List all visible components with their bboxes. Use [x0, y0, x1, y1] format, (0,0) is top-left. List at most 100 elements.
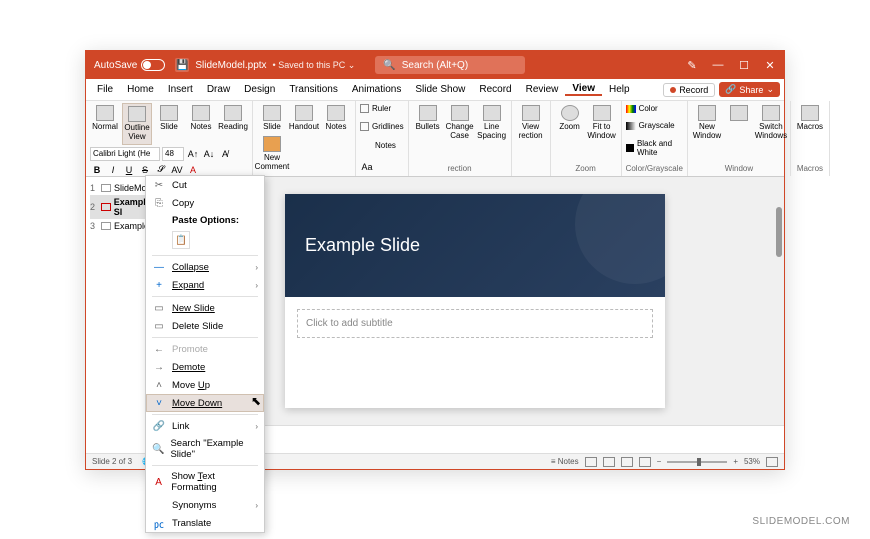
- slideshow-view-icon[interactable]: [639, 457, 651, 467]
- ctx-show-formatting[interactable]: AShow Text Formatting: [146, 468, 264, 496]
- close-button[interactable]: ✕: [764, 59, 776, 71]
- ctx-link[interactable]: 🔗Link›: [146, 417, 264, 435]
- draw-icon[interactable]: ✎: [686, 59, 698, 71]
- scrollbar-thumb[interactable]: [776, 207, 782, 257]
- synonyms-icon: [152, 499, 166, 511]
- slide[interactable]: Example Slide Click to add subtitle: [285, 194, 665, 408]
- tab-help[interactable]: Help: [602, 84, 637, 95]
- ctx-demote[interactable]: →Demote: [146, 358, 264, 376]
- zoom-in-button[interactable]: +: [733, 457, 738, 466]
- slide-title[interactable]: Example Slide: [305, 235, 420, 256]
- handout-master-button[interactable]: Handout: [289, 103, 319, 134]
- share-button[interactable]: 🔗 Share ⌄: [719, 82, 780, 97]
- new-window-button[interactable]: New Window: [692, 103, 722, 143]
- ctx-translate[interactable]: ㍶Translate: [146, 514, 264, 532]
- ruler-checkbox[interactable]: Ruler: [360, 104, 404, 113]
- zoom-out-button[interactable]: −: [657, 457, 662, 466]
- normal-view-button[interactable]: Normal: [90, 103, 120, 145]
- gray-icon: [626, 122, 636, 130]
- change-case-button[interactable]: Change Case: [445, 103, 475, 143]
- save-icon[interactable]: 💾: [175, 58, 189, 72]
- zoom-button[interactable]: Zoom: [555, 103, 585, 143]
- ctx-promote[interactable]: ←Promote: [146, 340, 264, 358]
- font-size-select[interactable]: [162, 147, 184, 161]
- ctx-move-up[interactable]: ˄Move Up: [146, 376, 264, 394]
- titlebar: AutoSave 💾 SlideModel.pptx • Saved to th…: [86, 51, 784, 79]
- tab-file[interactable]: File: [90, 84, 120, 95]
- tab-animations[interactable]: Animations: [345, 84, 408, 95]
- ctx-expand[interactable]: +Expand›: [146, 276, 264, 294]
- tab-slideshow[interactable]: Slide Show: [408, 84, 472, 95]
- line-spacing-button[interactable]: Line Spacing: [477, 103, 507, 143]
- tab-design[interactable]: Design: [237, 84, 282, 95]
- paste-keep-text-icon[interactable]: 📋: [172, 231, 190, 249]
- slide-count[interactable]: Slide 2 of 3: [92, 457, 132, 466]
- new-comment-button[interactable]: New Comment: [257, 134, 287, 174]
- ctx-move-down[interactable]: ˅Move Down: [146, 394, 264, 412]
- font-name-select[interactable]: [90, 147, 160, 161]
- notes-button[interactable]: ≡ Notes: [551, 457, 579, 466]
- slide-sorter-button[interactable]: Slide: [154, 103, 184, 145]
- macros-button[interactable]: Macros: [795, 103, 825, 134]
- search-input[interactable]: 🔍 Search (Alt+Q): [375, 56, 525, 74]
- outline-view-button[interactable]: Outline View: [122, 103, 152, 145]
- chevron-right-icon: ›: [255, 263, 258, 272]
- outline-icon: [128, 106, 146, 122]
- ctx-search[interactable]: 🔍Search "Example Slide": [146, 435, 264, 463]
- bold-button[interactable]: B: [90, 163, 104, 177]
- tab-record[interactable]: Record: [472, 84, 518, 95]
- tab-insert[interactable]: Insert: [161, 84, 200, 95]
- decrease-font-button[interactable]: A↓: [202, 147, 216, 161]
- ctx-cut[interactable]: ✂Cut: [146, 176, 264, 194]
- reading-view-icon[interactable]: [621, 457, 633, 467]
- italic-button[interactable]: I: [106, 163, 120, 177]
- view-direction-button[interactable]: Viewrection: [516, 103, 546, 143]
- fit-icon[interactable]: [766, 457, 778, 467]
- bw-icon: [626, 144, 634, 152]
- ctx-delete-slide[interactable]: ▭Delete Slide: [146, 317, 264, 335]
- bullets-button[interactable]: Bullets: [413, 103, 443, 143]
- ctx-collapse[interactable]: —Collapse›: [146, 258, 264, 276]
- switch-windows-button[interactable]: Switch Windows: [756, 103, 786, 143]
- fit-window-button[interactable]: Fit to Window: [587, 103, 617, 143]
- separator: [152, 255, 258, 256]
- ctx-new-slide[interactable]: ▭New Slide: [146, 299, 264, 317]
- record-button[interactable]: Record: [663, 83, 715, 97]
- tab-home[interactable]: Home: [120, 84, 161, 95]
- notes-master-button[interactable]: Notes: [321, 103, 351, 134]
- comment-icon: [263, 136, 281, 152]
- clear-format-button[interactable]: A̸: [218, 147, 232, 161]
- color-button[interactable]: Color: [626, 104, 683, 113]
- minimize-button[interactable]: —: [712, 59, 724, 71]
- notes-checkbox[interactable]: Notes: [360, 140, 404, 150]
- ctx-copy[interactable]: ⎘Copy: [146, 194, 264, 212]
- grayscale-button[interactable]: Grayscale: [626, 121, 683, 130]
- tab-draw[interactable]: Draw: [200, 84, 237, 95]
- increase-font-button[interactable]: A↑: [186, 147, 200, 161]
- gridlines-checkbox[interactable]: Gridlines: [360, 122, 404, 131]
- underline-button[interactable]: U: [122, 163, 136, 177]
- notes-view-button[interactable]: Notes: [186, 103, 216, 145]
- case-icon: [451, 105, 469, 121]
- case-button[interactable]: Aa: [360, 160, 374, 174]
- zoom-slider[interactable]: [667, 461, 727, 463]
- movedown-icon: ˅: [152, 397, 166, 409]
- subtitle-placeholder[interactable]: Click to add subtitle: [297, 309, 653, 338]
- blackwhite-button[interactable]: Black and White: [626, 139, 683, 157]
- ctx-synonyms[interactable]: Synonyms›: [146, 496, 264, 514]
- arrange-button[interactable]: [724, 103, 754, 143]
- tab-review[interactable]: Review: [519, 84, 566, 95]
- normal-view-icon[interactable]: [585, 457, 597, 467]
- maximize-button[interactable]: ☐: [738, 59, 750, 71]
- autosave-toggle[interactable]: AutoSave: [94, 59, 165, 71]
- toggle-icon[interactable]: [141, 59, 165, 71]
- zoom-level[interactable]: 53%: [744, 457, 760, 466]
- collapse-icon: —: [152, 261, 166, 273]
- slide-title-area[interactable]: Example Slide: [285, 194, 665, 297]
- switch-icon: [762, 105, 780, 121]
- sorter-view-icon[interactable]: [603, 457, 615, 467]
- tab-transitions[interactable]: Transitions: [282, 84, 345, 95]
- reading-view-button[interactable]: Reading: [218, 103, 248, 145]
- slide-master-button[interactable]: Slide: [257, 103, 287, 134]
- tab-view[interactable]: View: [565, 83, 602, 96]
